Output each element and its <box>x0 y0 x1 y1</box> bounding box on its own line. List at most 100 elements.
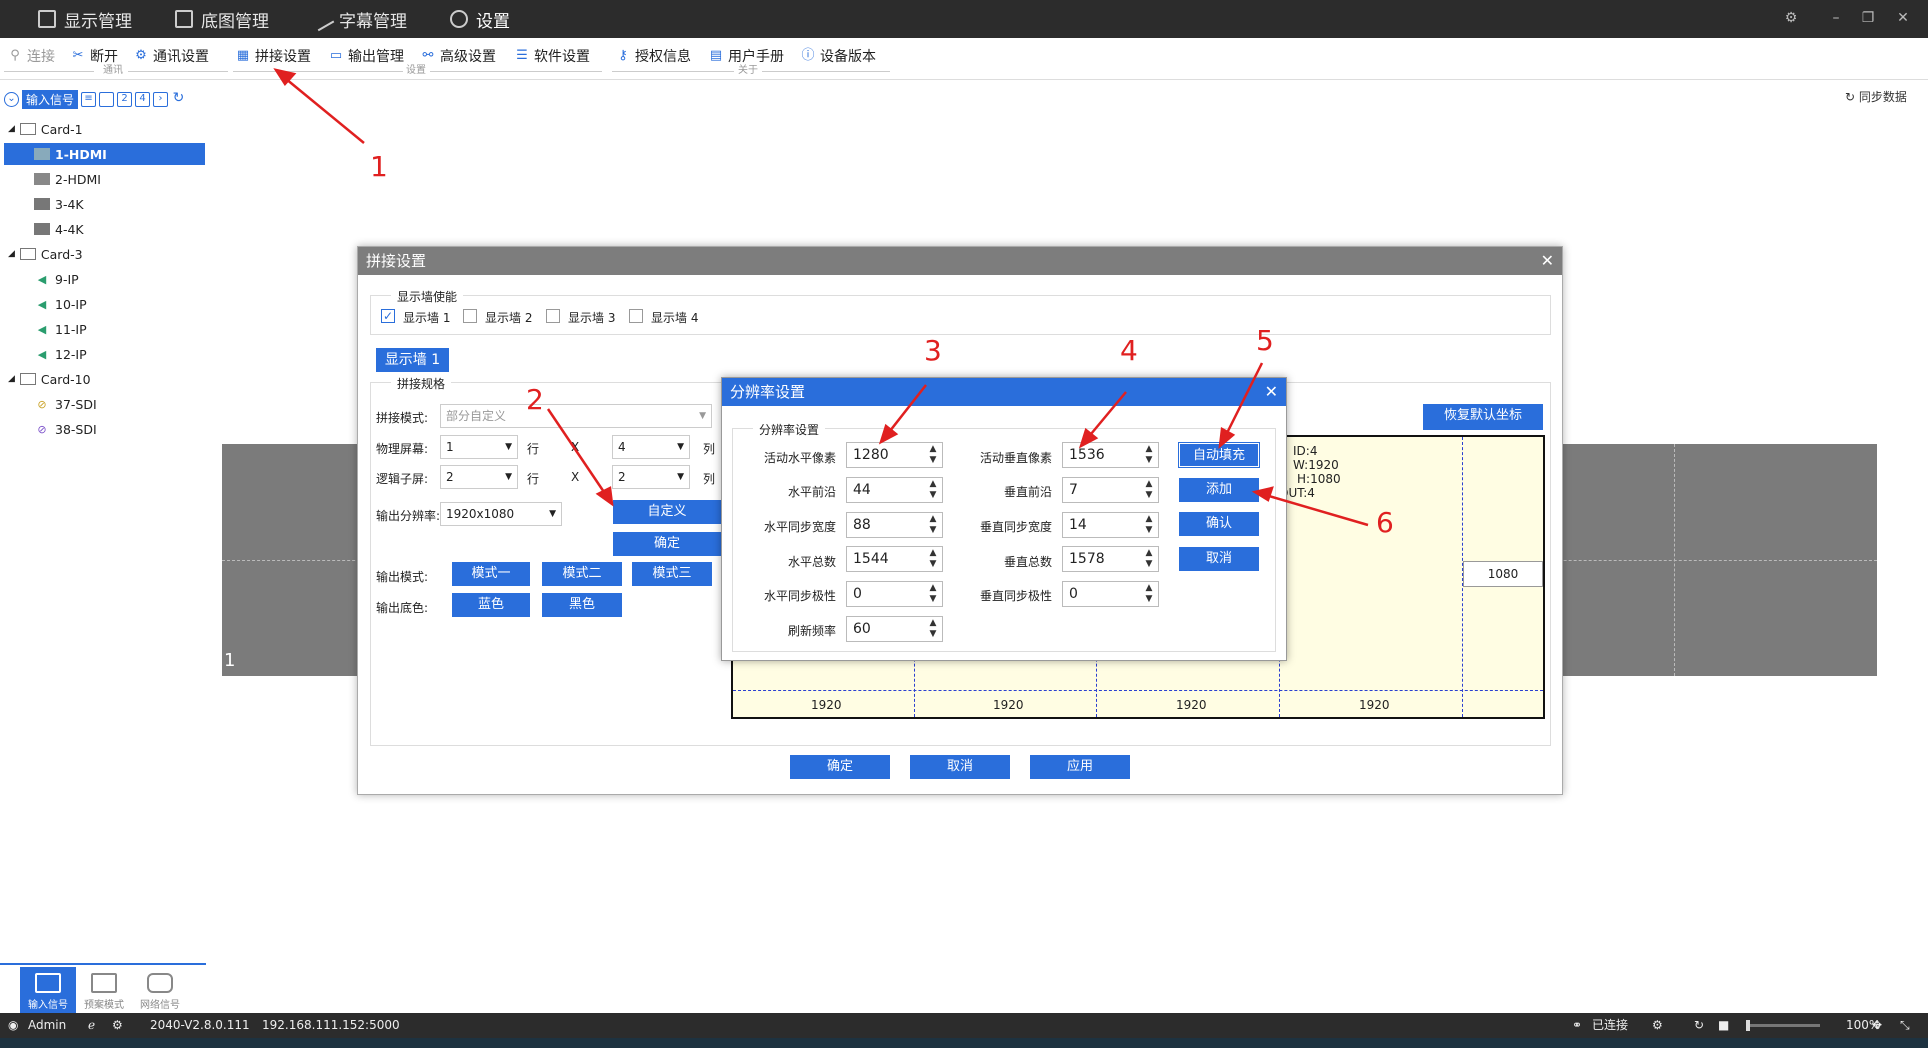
expand-icon[interactable]: › <box>153 91 169 107</box>
spin-up-icon[interactable]: ▲ <box>927 479 939 489</box>
expand-arrow-icon[interactable]: ◢ <box>8 249 15 259</box>
blue-bg-button[interactable]: 蓝色 <box>452 593 530 617</box>
tab-subtitle-management[interactable]: 字幕管理 <box>309 0 407 38</box>
user-name[interactable]: Admin <box>28 1013 66 1038</box>
four-split-icon[interactable]: 4 <box>135 91 151 107</box>
refresh-rate-input[interactable]: 60 ▲ ▼ <box>846 616 943 642</box>
tab-display-management[interactable]: 显示管理 <box>38 0 132 38</box>
h-sync-polarity-input[interactable]: 0 ▲ ▼ <box>846 581 943 607</box>
black-bg-button[interactable]: 黑色 <box>542 593 622 617</box>
confirm-button[interactable]: 确认 <box>1179 512 1259 536</box>
stop-icon[interactable]: ■ <box>1718 1013 1729 1038</box>
h-active-input[interactable]: 1280 ▲ ▼ <box>846 442 943 468</box>
mode-2-button[interactable]: 模式二 <box>542 562 622 586</box>
disconnect-button[interactable]: ✂ 断开 <box>71 46 118 66</box>
single-view-icon[interactable] <box>99 91 115 107</box>
expand-arrow-icon[interactable]: ◢ <box>8 374 15 384</box>
spin-up-icon[interactable]: ▲ <box>1143 444 1155 454</box>
gear-icon[interactable]: ⚙ <box>112 1013 123 1038</box>
license-info-button[interactable]: ⚷ 授权信息 <box>616 46 691 66</box>
spin-up-icon[interactable]: ▲ <box>1143 548 1155 558</box>
expand-arrow-icon[interactable]: ◢ <box>8 124 15 134</box>
spin-down-icon[interactable]: ▼ <box>927 455 939 465</box>
spin-up-icon[interactable]: ▲ <box>927 583 939 593</box>
cancel-button[interactable]: 取消 <box>1179 547 1259 571</box>
wall-1-checkbox[interactable]: ✓ <box>381 309 395 323</box>
spin-down-icon[interactable]: ▼ <box>927 594 939 604</box>
connect-button[interactable]: ⚲ 连接 <box>8 46 55 66</box>
physical-cols-select[interactable]: 4 ▼ <box>612 435 690 459</box>
sync-data-button[interactable]: ↻ 同步数据 <box>1845 88 1907 105</box>
tab-wall-1[interactable]: 显示墙 1 <box>376 348 449 372</box>
spin-down-icon[interactable]: ▼ <box>927 629 939 639</box>
v-front-porch-input[interactable]: 7 ▲ ▼ <box>1062 477 1159 503</box>
close-icon[interactable]: ✕ <box>1265 378 1278 406</box>
restore-button[interactable]: ❐ <box>1858 8 1878 28</box>
tree-item-card-1[interactable]: ◢ Card-1 <box>8 118 83 140</box>
tab-preset-mode[interactable]: 预案模式 <box>76 967 132 1015</box>
custom-button[interactable]: 自定义 <box>613 500 721 524</box>
tree-item-1-hdmi[interactable]: 1-HDMI <box>4 143 205 165</box>
spin-down-icon[interactable]: ▼ <box>927 525 939 535</box>
tree-item-card-10[interactable]: ◢ Card-10 <box>8 368 91 390</box>
input-signal-header[interactable]: 输入信号 <box>22 89 79 109</box>
slider-handle[interactable] <box>1746 1020 1750 1031</box>
user-manual-button[interactable]: ▤ 用户手册 <box>709 46 784 66</box>
tab-settings[interactable]: 设置 <box>450 0 510 38</box>
output-resolution-select[interactable]: 1920x1080 ▼ <box>440 502 562 526</box>
two-split-icon[interactable]: 2 <box>117 91 133 107</box>
splice-mode-select[interactable]: 部分自定义 ▼ <box>440 404 712 428</box>
auto-fill-button[interactable]: 自动填充 <box>1178 442 1260 468</box>
tree-item-12-ip[interactable]: ◀ 12-IP <box>34 343 87 365</box>
spin-down-icon[interactable]: ▼ <box>927 490 939 500</box>
spin-up-icon[interactable]: ▲ <box>927 444 939 454</box>
wall-4-checkbox[interactable] <box>629 309 643 323</box>
tree-item-38-sdi[interactable]: ⊘ 38-SDI <box>34 418 96 440</box>
h-front-porch-input[interactable]: 44 ▲ ▼ <box>846 477 943 503</box>
logical-cols-select[interactable]: 2 ▼ <box>612 465 690 489</box>
tree-item-11-ip[interactable]: ◀ 11-IP <box>34 318 87 340</box>
mode-3-button[interactable]: 模式三 <box>632 562 712 586</box>
spin-up-icon[interactable]: ▲ <box>1143 514 1155 524</box>
spin-up-icon[interactable]: ▲ <box>927 548 939 558</box>
tree-item-4-4k[interactable]: 4-4K <box>34 218 84 240</box>
spin-up-icon[interactable]: ▲ <box>927 618 939 628</box>
software-settings-button[interactable]: ☰ 软件设置 <box>515 46 590 66</box>
settings-icon[interactable]: ⚙ <box>1652 1013 1663 1038</box>
tab-input-signal[interactable]: 输入信号 <box>20 967 76 1015</box>
move-icon[interactable]: ✥ <box>1872 1013 1882 1038</box>
h-sync-width-input[interactable]: 88 ▲ ▼ <box>846 512 943 538</box>
tree-item-10-ip[interactable]: ◀ 10-IP <box>34 293 87 315</box>
fullscreen-icon[interactable]: ⤡ <box>1900 1013 1910 1038</box>
tree-item-37-sdi[interactable]: ⊘ 37-SDI <box>34 393 96 415</box>
h-total-input[interactable]: 1544 ▲ ▼ <box>846 546 943 572</box>
mode-1-button[interactable]: 模式一 <box>452 562 530 586</box>
v-total-input[interactable]: 1578 ▲ ▼ <box>1062 546 1159 572</box>
spin-up-icon[interactable]: ▲ <box>1143 583 1155 593</box>
spin-up-icon[interactable]: ▲ <box>927 514 939 524</box>
advanced-settings-button[interactable]: ⚯ 高级设置 <box>421 46 496 66</box>
splice-settings-button[interactable]: ▦ 拼接设置 <box>236 46 311 66</box>
output-management-button[interactable]: ▭ 输出管理 <box>329 46 404 66</box>
cancel-button[interactable]: 取消 <box>910 755 1010 779</box>
refresh-icon[interactable]: ↻ <box>1694 1013 1704 1038</box>
confirm-resolution-button[interactable]: 确定 <box>613 532 721 556</box>
ok-button[interactable]: 确定 <box>790 755 890 779</box>
collapse-icon[interactable]: ⌄ <box>4 91 19 107</box>
tree-item-3-4k[interactable]: 3-4K <box>34 193 84 215</box>
spin-up-icon[interactable]: ▲ <box>1143 479 1155 489</box>
spin-down-icon[interactable]: ▼ <box>1143 490 1155 500</box>
add-button[interactable]: 添加 <box>1179 478 1259 502</box>
spin-down-icon[interactable]: ▼ <box>927 559 939 569</box>
wall-3-checkbox[interactable] <box>546 309 560 323</box>
ie-icon[interactable]: ℯ <box>88 1013 95 1038</box>
spin-down-icon[interactable]: ▼ <box>1143 559 1155 569</box>
tab-network-signal[interactable]: 网络信号 <box>132 967 188 1015</box>
wall-2-checkbox[interactable] <box>463 309 477 323</box>
v-active-input[interactable]: 1536 ▲ ▼ <box>1062 442 1159 468</box>
apply-button[interactable]: 应用 <box>1030 755 1130 779</box>
spin-down-icon[interactable]: ▼ <box>1143 525 1155 535</box>
close-button[interactable]: ✕ <box>1893 8 1913 28</box>
tab-background-management[interactable]: 底图管理 <box>175 0 269 38</box>
close-icon[interactable]: ✕ <box>1541 247 1554 275</box>
